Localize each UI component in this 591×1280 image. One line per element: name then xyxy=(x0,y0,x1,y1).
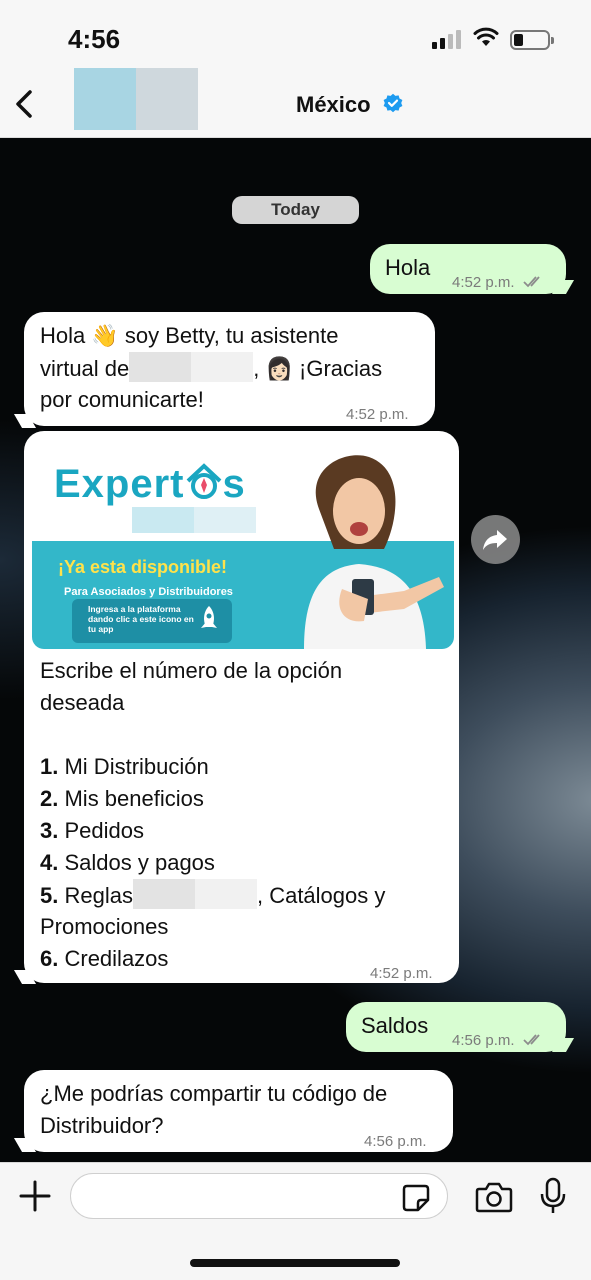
menu-option-label: , Catálogos y xyxy=(256,883,386,908)
menu-option-label: Saldos y pagos xyxy=(64,850,215,875)
menu-option-label: Mis beneficios xyxy=(64,786,204,811)
incoming-message[interactable]: Hola 👋 soy Betty, tu asistente virtual d… xyxy=(24,312,435,426)
menu-option-number: 2. xyxy=(40,786,59,811)
menu-option: Promociones xyxy=(40,911,168,943)
menu-option: 4. Saldos y pagos xyxy=(40,847,215,879)
message-time: 4:52 p.m. xyxy=(452,274,515,291)
double-check-icon xyxy=(523,1034,540,1046)
promo-image[interactable]: Expert s ¡Ya esta disponible! Para Asocia… xyxy=(32,439,454,649)
promo-logo-text: s xyxy=(222,462,246,506)
message-text-line: ¿Me podrías compartir tu código de xyxy=(40,1081,388,1106)
contact-avatar[interactable] xyxy=(74,68,198,130)
sticker-icon[interactable] xyxy=(401,1183,431,1213)
verified-badge-icon xyxy=(383,93,403,113)
message-text-fragment: , 👩🏻 ¡Gracias xyxy=(253,356,383,381)
contact-name[interactable]: México xyxy=(296,92,371,118)
house-rocket-icon xyxy=(186,463,221,499)
promo-box-text: Ingresa a la plataforma dando clic a est… xyxy=(88,604,194,634)
message-text-line: Escribe el número de la opción xyxy=(40,658,343,683)
menu-option-number: 3. xyxy=(40,818,59,843)
menu-option-label: Mi Distribución xyxy=(64,754,209,779)
menu-option-label: Pedidos xyxy=(64,818,144,843)
back-chevron-icon[interactable] xyxy=(10,84,40,124)
battery-icon xyxy=(510,30,554,50)
promo-logo: Expert s xyxy=(54,461,246,504)
message-text-fragment: virtual de xyxy=(40,356,130,381)
message-text-line: Distribuidor? xyxy=(40,1113,164,1138)
menu-option: 6. Credilazos xyxy=(40,943,168,975)
message-input[interactable] xyxy=(70,1173,448,1219)
message-meta: 4:56 p.m. xyxy=(452,1025,545,1057)
double-check-icon xyxy=(523,276,540,288)
incoming-message[interactable]: ¿Me podrías compartir tu código de Distr… xyxy=(24,1070,453,1152)
message-time: 4:52 p.m. xyxy=(370,965,433,982)
chat-header: México xyxy=(0,68,591,138)
message-text-line: virtual de , 👩🏻 ¡Gracias xyxy=(40,352,382,385)
menu-option-number: 1. xyxy=(40,754,59,779)
message-text-line: Hola 👋 soy Betty, tu asistente xyxy=(40,323,339,348)
redacted-text xyxy=(132,507,256,533)
menu-option-number: 6. xyxy=(40,946,59,971)
promo-logo-text: Expert xyxy=(54,462,185,506)
menu-option-label: Reglas xyxy=(64,883,133,908)
microphone-icon[interactable] xyxy=(539,1177,567,1215)
message-composer xyxy=(0,1162,591,1280)
message-text-line: deseada xyxy=(40,690,125,715)
outgoing-message[interactable]: Saldos 4:56 p.m. xyxy=(346,1002,566,1052)
rocket-icon xyxy=(201,606,217,628)
message-text: Saldos xyxy=(361,1013,429,1038)
menu-option-label: Credilazos xyxy=(64,946,169,971)
menu-option: 3. Pedidos xyxy=(40,815,144,847)
forward-button[interactable] xyxy=(471,515,520,564)
menu-option-label: Promociones xyxy=(40,914,169,939)
incoming-menu-message[interactable]: Expert s ¡Ya esta disponible! Para Asocia… xyxy=(24,431,459,983)
message-time: 4:52 p.m. xyxy=(346,406,409,423)
home-indicator xyxy=(190,1259,400,1267)
redacted-text xyxy=(129,352,254,382)
message-text: Hola xyxy=(385,255,431,280)
menu-option: 1. Mi Distribución xyxy=(40,751,209,783)
wifi-icon xyxy=(473,27,499,46)
forward-arrow-icon xyxy=(483,530,507,550)
outgoing-message[interactable]: Hola 4:52 p.m. xyxy=(370,244,566,294)
message-time: 4:56 p.m. xyxy=(452,1032,515,1049)
date-separator: Today xyxy=(232,196,359,224)
message-text-line: por comunicarte! xyxy=(40,387,204,412)
message-time: 4:56 p.m. xyxy=(364,1133,427,1150)
menu-option-number: 4. xyxy=(40,850,59,875)
status-bar: 4:56 xyxy=(0,0,591,70)
redacted-text xyxy=(132,879,257,909)
promo-woman-illustration xyxy=(304,455,444,649)
message-meta: 4:52 p.m. xyxy=(452,267,545,299)
camera-icon[interactable] xyxy=(475,1181,513,1213)
status-time: 4:56 xyxy=(68,24,121,54)
menu-option: 2. Mis beneficios xyxy=(40,783,204,815)
menu-option: 5. Reglas , Catálogos y xyxy=(40,879,385,912)
plus-icon[interactable] xyxy=(18,1179,52,1213)
cellular-signal-icon xyxy=(432,30,461,49)
menu-option-number: 5. xyxy=(40,883,59,908)
